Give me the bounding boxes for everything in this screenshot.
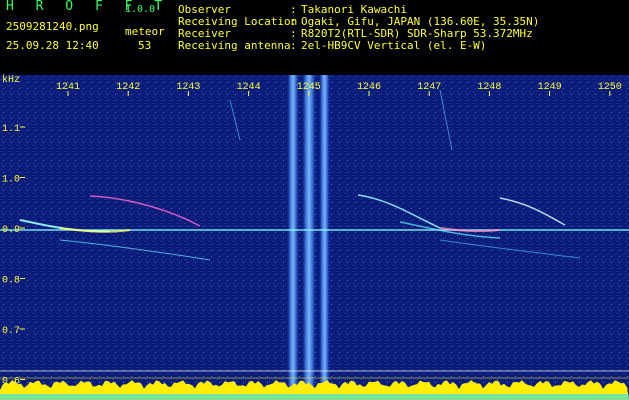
spectrogram: 1241 1242 1243 1244 1245 1246 1247 1248 1249 1250…	[0, 74, 629, 400]
freq-tick-label: 0.6	[2, 377, 20, 388]
interference-band	[302, 75, 316, 400]
freq-tick-label: 0.7	[2, 326, 20, 337]
freq-tick-label: 1.1	[2, 124, 20, 135]
freq-tick-label: 0.9	[2, 225, 20, 236]
interference-band	[287, 75, 299, 400]
freq-tick-label: 1.0	[2, 175, 20, 186]
freq-tick-label: 0.8	[2, 276, 20, 287]
level-baseline	[0, 394, 629, 400]
interference-band	[319, 75, 330, 400]
unit-label: kHz	[2, 74, 20, 86]
